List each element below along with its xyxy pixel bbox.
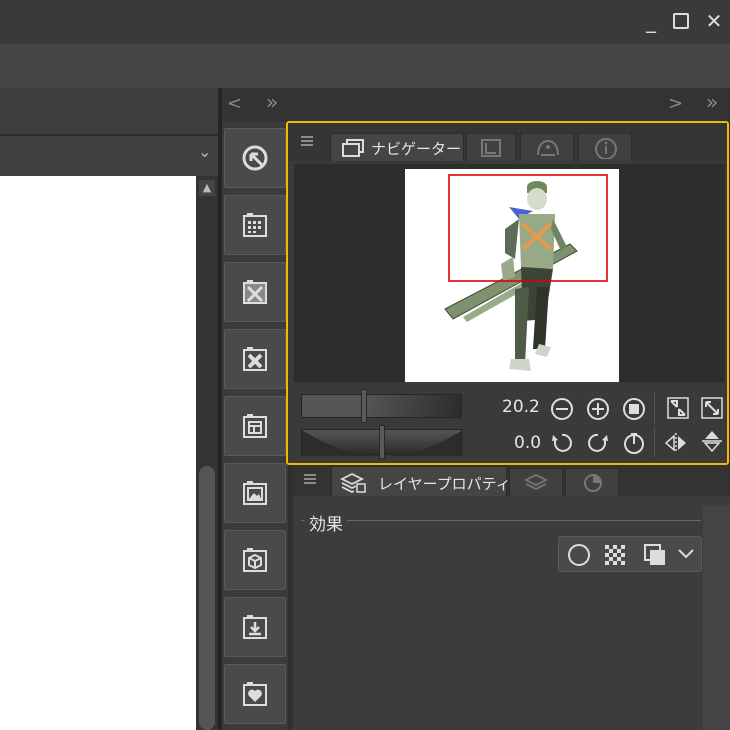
zoom-out-icon[interactable] xyxy=(550,397,574,421)
zoom-reset-icon[interactable] xyxy=(622,397,646,421)
download-button[interactable] xyxy=(224,597,286,657)
expand-right-icon[interactable]: » xyxy=(706,90,718,114)
palette-icon xyxy=(584,474,602,492)
left-panel-combo[interactable]: ⌄ xyxy=(0,136,218,176)
collapse-right-icon[interactable]: > xyxy=(668,93,683,114)
chevron-down-icon[interactable]: ⌄ xyxy=(198,142,211,161)
flip-vertical-icon[interactable] xyxy=(700,429,724,453)
section-rule xyxy=(301,520,701,521)
fit-icon[interactable] xyxy=(666,396,690,420)
chevron-down-icon[interactable] xyxy=(677,547,695,561)
tone-effect-icon[interactable] xyxy=(603,543,627,567)
material-button[interactable] xyxy=(224,262,286,322)
expand-left-icon[interactable]: » xyxy=(266,90,278,114)
grid-button[interactable] xyxy=(224,195,286,255)
tab-navigator[interactable]: ナビゲーター xyxy=(330,133,464,161)
layer-property-tab-bar: レイヤープロパティ xyxy=(293,466,730,496)
zoom-slider-handle[interactable] xyxy=(361,389,367,423)
3d-icon xyxy=(243,548,267,572)
layer-property-panel: レイヤープロパティ 効果 xyxy=(293,466,730,730)
tab-navigator-label: ナビゲーター xyxy=(371,140,462,158)
close-icon[interactable]: ✕ xyxy=(703,9,725,33)
effect-section-label: 効果 xyxy=(305,510,347,535)
layout-icon xyxy=(243,414,267,438)
rotate-right-icon[interactable] xyxy=(586,431,610,455)
navigator-panel: ナビゲーター 20.2 0.0 xyxy=(286,121,729,465)
layer-color-icon[interactable] xyxy=(643,543,667,567)
tab-info[interactable] xyxy=(578,133,632,161)
tab-layer-search[interactable] xyxy=(509,468,563,496)
left-panel-header xyxy=(0,88,218,135)
actual-size-icon[interactable] xyxy=(700,396,724,420)
tab-item-bank[interactable] xyxy=(520,133,574,161)
menu-bar xyxy=(0,44,730,88)
flip-horizontal-icon[interactable] xyxy=(664,431,688,455)
layout-button[interactable] xyxy=(224,396,286,456)
info-icon xyxy=(595,138,617,159)
favorite-icon xyxy=(243,682,267,706)
rotate-left-icon[interactable] xyxy=(550,431,574,455)
panel-menu-icon[interactable] xyxy=(303,472,317,486)
reset-rotation-icon[interactable] xyxy=(622,431,646,455)
collapse-left-icon[interactable]: < xyxy=(227,93,242,114)
divider xyxy=(654,427,655,457)
zoom-in-icon[interactable] xyxy=(586,397,610,421)
image-icon xyxy=(243,481,267,505)
rotate-slider-handle[interactable] xyxy=(379,425,385,459)
tab-layer-property[interactable]: レイヤープロパティ xyxy=(331,466,511,496)
tab-layer-property-label: レイヤープロパティ xyxy=(378,475,511,493)
layer-property-icon xyxy=(340,472,366,494)
maximize-icon[interactable] xyxy=(670,10,692,32)
subview-icon xyxy=(481,139,501,157)
scrollbar-thumb[interactable] xyxy=(199,466,215,730)
tab-subview[interactable] xyxy=(466,133,516,161)
item-bank-icon xyxy=(537,139,559,156)
tab-color-palette[interactable] xyxy=(565,468,619,496)
scroll-up-icon[interactable]: ▲ xyxy=(199,180,215,196)
title-bar xyxy=(0,0,730,44)
delete-button[interactable] xyxy=(224,329,286,389)
minimize-icon[interactable]: _ xyxy=(640,9,662,33)
zoom-slider[interactable] xyxy=(301,394,462,418)
navigator-icon xyxy=(342,139,364,157)
border-effect-icon[interactable] xyxy=(567,543,591,567)
grid-icon xyxy=(243,213,267,237)
delete-icon xyxy=(243,347,267,371)
panel-menu-icon[interactable] xyxy=(300,133,314,147)
divider xyxy=(654,393,655,423)
canvas-thumbnail[interactable] xyxy=(405,169,619,382)
layer-search-icon xyxy=(524,473,548,491)
rotate-value: 0.0 xyxy=(514,433,542,453)
effect-selector[interactable] xyxy=(558,536,702,572)
panel-arrow-bar xyxy=(222,88,730,122)
favorite-button[interactable] xyxy=(224,664,286,724)
navigator-tab-bar: ナビゲーター xyxy=(288,123,727,161)
select-icon xyxy=(242,145,268,171)
layer-property-scrollbar[interactable] xyxy=(703,506,730,730)
select-button[interactable] xyxy=(224,128,286,188)
material-icon xyxy=(243,280,267,304)
3d-button[interactable] xyxy=(224,530,286,590)
canvas-area[interactable] xyxy=(0,176,196,730)
download-icon xyxy=(243,615,267,639)
character-illustration xyxy=(444,174,608,371)
zoom-value: 20.2 xyxy=(502,397,540,417)
image-button[interactable] xyxy=(224,463,286,523)
